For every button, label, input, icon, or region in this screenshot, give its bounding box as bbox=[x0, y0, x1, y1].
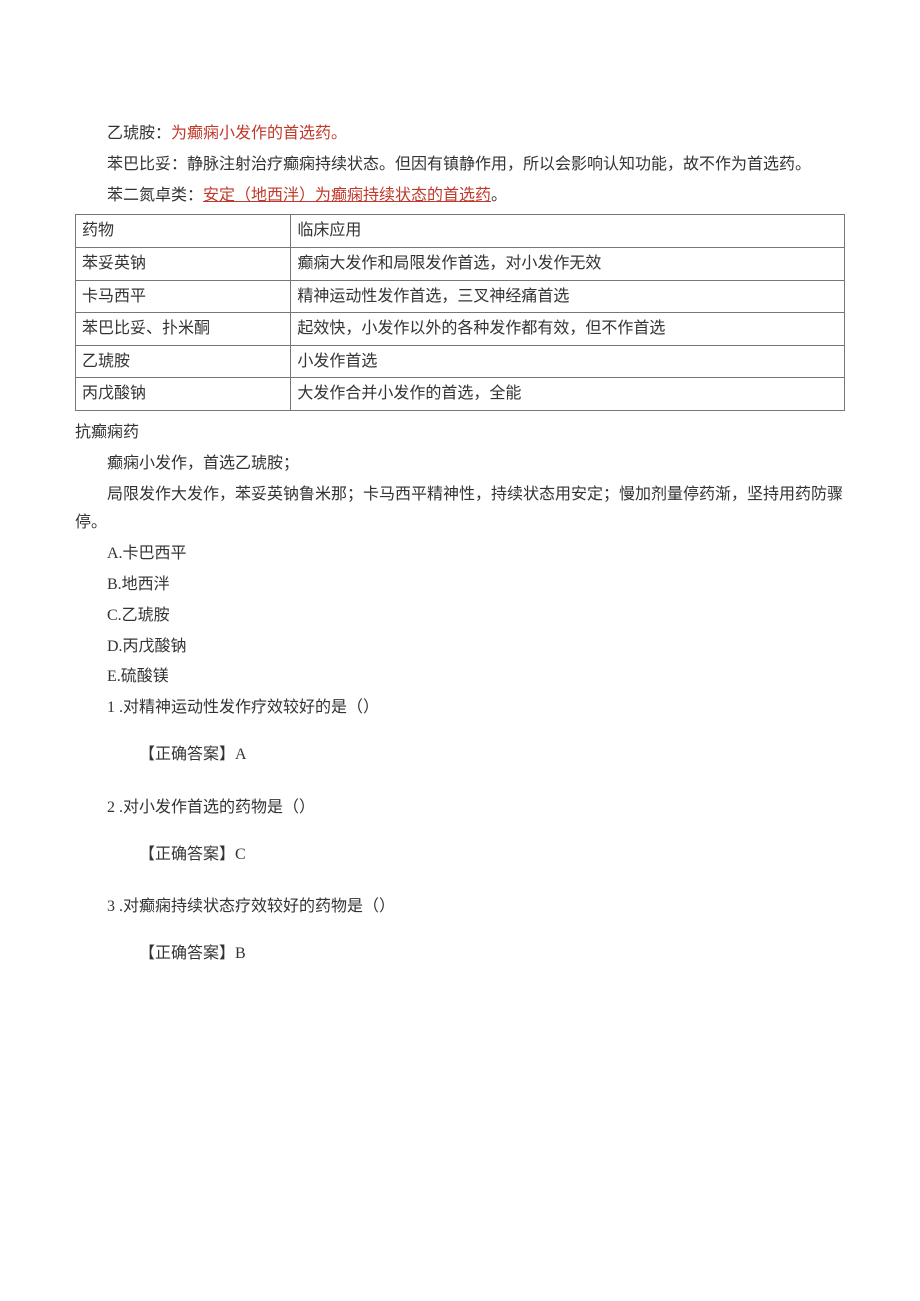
option-d: D.丙戊酸钠 bbox=[75, 633, 845, 662]
intro-line-3: 苯二氮卓类：安定（地西泮）为癫痫持续状态的首选药。 bbox=[75, 182, 845, 211]
intro-line-1-red: 为癫痫小发作的首选药。 bbox=[171, 125, 347, 142]
table-cell-drug: 苯妥英钠 bbox=[76, 247, 291, 280]
option-c: C.乙琥胺 bbox=[75, 602, 845, 631]
question-2-num: 2 . bbox=[107, 799, 123, 816]
intro-line-3-pre: 苯二氮卓类： bbox=[107, 187, 203, 204]
question-3: 3 .对癫痫持续状态疗效较好的药物是（） bbox=[75, 893, 845, 922]
table-cell-drug: 乙琥胺 bbox=[76, 345, 291, 378]
answer-3: 【正确答案】B bbox=[75, 940, 845, 969]
table-header-row: 药物 临床应用 bbox=[76, 215, 845, 248]
option-e: E.硫酸镁 bbox=[75, 663, 845, 692]
table-row: 苯妥英钠 癫痫大发作和局限发作首选，对小发作无效 bbox=[76, 247, 845, 280]
question-3-text: 对癫痫持续状态疗效较好的药物是（） bbox=[123, 898, 395, 915]
table-row: 乙琥胺 小发作首选 bbox=[76, 345, 845, 378]
question-2-text: 对小发作首选的药物是（） bbox=[123, 799, 315, 816]
answer-1: 【正确答案】A bbox=[75, 741, 845, 770]
question-3-num: 3 . bbox=[107, 898, 123, 915]
question-1-text: 对精神运动性发作疗效较好的是（） bbox=[123, 699, 379, 716]
question-2: 2 .对小发作首选的药物是（） bbox=[75, 794, 845, 823]
section-title: 抗癫痫药 bbox=[75, 419, 845, 448]
intro-line-1-pre: 乙琥胺： bbox=[107, 125, 171, 142]
mnemonic-line-1: 癫痫小发作，首选乙琥胺； bbox=[75, 450, 845, 479]
option-b: B.地西泮 bbox=[75, 571, 845, 600]
table-cell-app: 精神运动性发作首选，三叉神经痛首选 bbox=[291, 280, 845, 313]
option-a: A.卡巴西平 bbox=[75, 540, 845, 569]
mnemonic-line-2: 局限发作大发作，苯妥英钠鲁米那；卡马西平精神性，持续状态用安定；慢加剂量停药渐，… bbox=[75, 481, 845, 539]
table-cell-drug: 卡马西平 bbox=[76, 280, 291, 313]
table-header-app: 临床应用 bbox=[291, 215, 845, 248]
table-cell-app: 大发作合并小发作的首选，全能 bbox=[291, 378, 845, 411]
question-1: 1 .对精神运动性发作疗效较好的是（） bbox=[75, 694, 845, 723]
table-cell-app: 起效快，小发作以外的各种发作都有效，但不作首选 bbox=[291, 313, 845, 346]
intro-line-3-red: 安定（地西泮）为癫痫持续状态的首选药 bbox=[203, 187, 491, 204]
table-cell-drug: 丙戊酸钠 bbox=[76, 378, 291, 411]
answer-2: 【正确答案】C bbox=[75, 841, 845, 870]
table-cell-drug: 苯巴比妥、扑米酮 bbox=[76, 313, 291, 346]
table-cell-app: 癫痫大发作和局限发作首选，对小发作无效 bbox=[291, 247, 845, 280]
intro-line-1: 乙琥胺：为癫痫小发作的首选药。 bbox=[75, 120, 845, 149]
table-header-drug: 药物 bbox=[76, 215, 291, 248]
table-cell-app: 小发作首选 bbox=[291, 345, 845, 378]
question-1-num: 1 . bbox=[107, 699, 123, 716]
intro-line-2: 苯巴比妥：静脉注射治疗癫痫持续状态。但因有镇静作用，所以会影响认知功能，故不作为… bbox=[75, 151, 845, 180]
table-row: 卡马西平 精神运动性发作首选，三叉神经痛首选 bbox=[76, 280, 845, 313]
drug-table: 药物 临床应用 苯妥英钠 癫痫大发作和局限发作首选，对小发作无效 卡马西平 精神… bbox=[75, 214, 845, 411]
table-row: 苯巴比妥、扑米酮 起效快，小发作以外的各种发作都有效，但不作首选 bbox=[76, 313, 845, 346]
table-row: 丙戊酸钠 大发作合并小发作的首选，全能 bbox=[76, 378, 845, 411]
intro-line-3-post: 。 bbox=[491, 187, 507, 204]
